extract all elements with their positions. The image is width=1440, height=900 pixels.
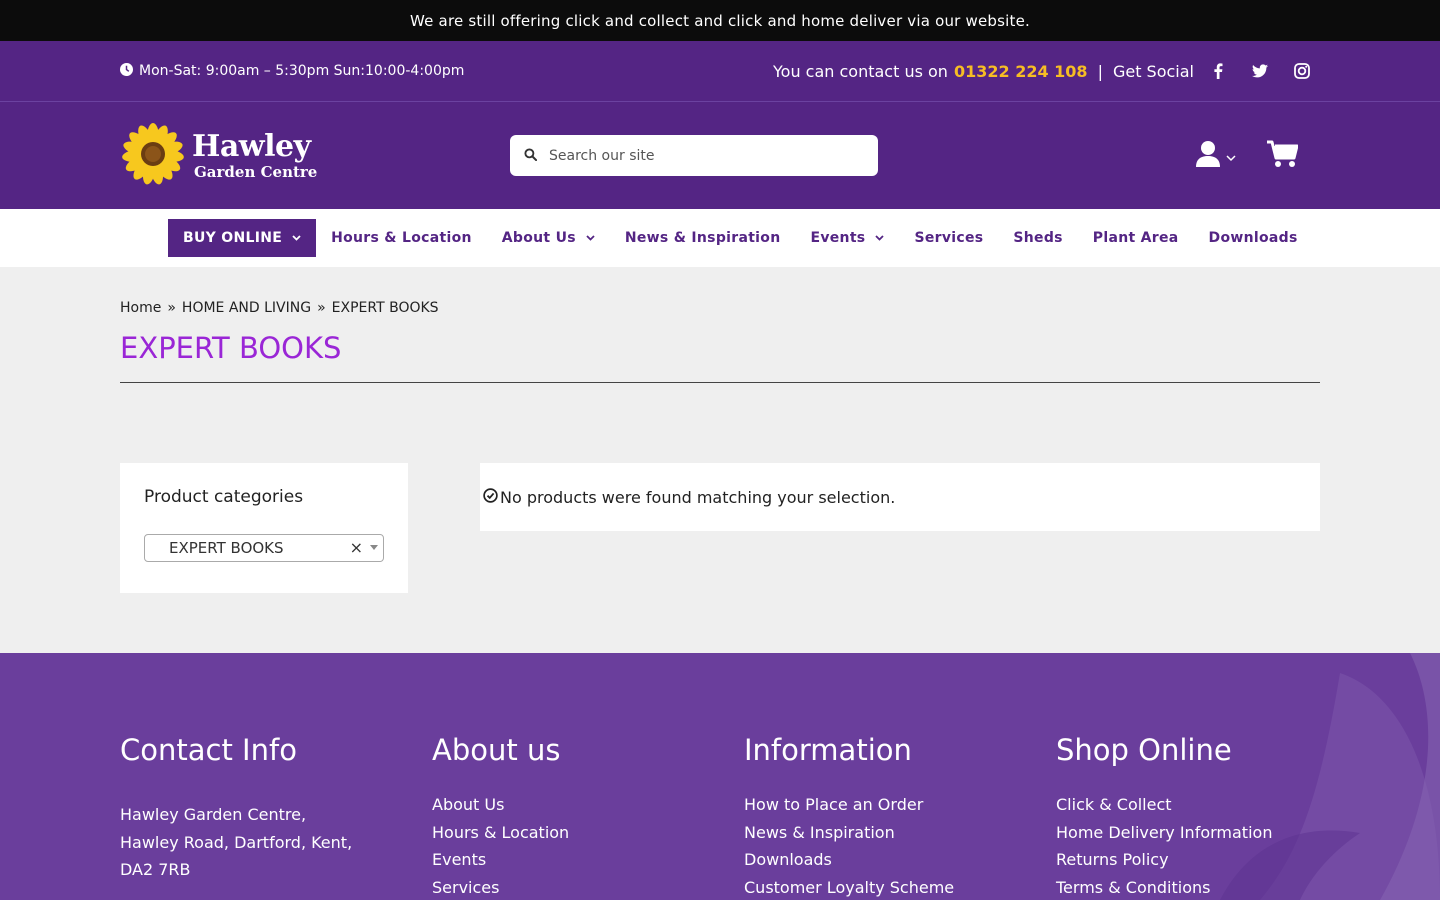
- footer-about-column: About us About Us Hours & Location Event…: [432, 733, 712, 900]
- nav-label: Downloads: [1208, 230, 1298, 246]
- footer-link[interactable]: Returns Policy: [1056, 846, 1336, 874]
- footer-link[interactable]: Customer Loyalty Scheme: [744, 874, 1024, 900]
- separator: |: [1097, 61, 1103, 81]
- nav-label: Plant Area: [1092, 230, 1179, 246]
- social-label: Get Social: [1112, 61, 1194, 81]
- footer-heading: Contact Info: [120, 733, 297, 767]
- page-title: EXPERT BOOKS: [120, 331, 342, 365]
- phone-link[interactable]: 01322 224 108: [954, 62, 1088, 81]
- no-products-notice: No products were found matching your sel…: [480, 463, 1320, 531]
- footer-link[interactable]: About Us: [432, 791, 712, 819]
- footer-link[interactable]: Events: [432, 846, 712, 874]
- address-line: Hawley Road, Dartford, Kent,: [120, 832, 353, 852]
- nav-label: Hours & Location: [331, 230, 472, 246]
- address-line: DA2 7RB: [120, 860, 191, 879]
- contact-text: You can contact us on: [773, 61, 948, 81]
- nav-buy-online[interactable]: BUY ONLINE: [168, 219, 317, 257]
- address-line: Hawley Garden Centre,: [120, 805, 307, 824]
- address: Hawley Garden Centre, Hawley Road, Dartf…: [120, 801, 400, 884]
- chevron-down-icon: [875, 235, 885, 241]
- breadcrumb-separator: »: [317, 300, 326, 316]
- dropdown-arrow-icon[interactable]: [370, 545, 378, 550]
- footer-contact-column: Contact Info Hawley Garden Centre, Hawle…: [120, 733, 400, 884]
- cart-button[interactable]: [1267, 140, 1299, 172]
- nav-events[interactable]: Events: [795, 219, 899, 257]
- chevron-down-icon: [292, 235, 301, 241]
- clock-icon: [120, 62, 133, 80]
- footer-link[interactable]: Services: [432, 874, 712, 900]
- cart-icon: [1267, 140, 1299, 172]
- instagram-icon[interactable]: [1284, 63, 1320, 79]
- site-logo[interactable]: Hawley Garden Centre: [120, 121, 317, 191]
- hours-text: Mon-Sat: 9:00am – 5:30pm Sun:10:00-4:00p…: [139, 63, 465, 79]
- footer-link[interactable]: Terms & Conditions: [1056, 874, 1336, 900]
- check-circle-icon: [483, 487, 498, 507]
- nav-label: News & Inspiration: [624, 230, 781, 246]
- announcement-bar: We are still offering click and collect …: [0, 0, 1440, 41]
- main-nav: BUY ONLINE Hours & Location About Us New…: [0, 209, 1440, 267]
- footer-shop-column: Shop Online Click & Collect Home Deliver…: [1056, 733, 1336, 900]
- sunflower-icon: [120, 121, 186, 191]
- nav-label: Events: [810, 230, 866, 246]
- logo-title: Hawley: [192, 128, 311, 164]
- account-menu[interactable]: [1196, 140, 1236, 172]
- footer-link[interactable]: Home Delivery Information: [1056, 819, 1336, 847]
- breadcrumb-separator: »: [167, 300, 176, 316]
- twitter-icon[interactable]: [1242, 64, 1278, 78]
- search-box: [510, 135, 878, 176]
- category-select-value: EXPERT BOOKS: [169, 539, 284, 557]
- logo-subtitle: Garden Centre: [194, 162, 318, 181]
- site-footer: Contact Info Hawley Garden Centre, Hawle…: [0, 653, 1440, 900]
- footer-link[interactable]: Click & Collect: [1056, 791, 1336, 819]
- chevron-down-icon: [586, 235, 595, 241]
- breadcrumb-home[interactable]: Home: [120, 300, 161, 316]
- search-input[interactable]: [549, 147, 849, 164]
- notice-text: No products were found matching your sel…: [500, 487, 896, 507]
- footer-heading: About us: [432, 733, 561, 767]
- info-bar: Mon-Sat: 9:00am – 5:30pm Sun:10:00-4:00p…: [0, 41, 1440, 102]
- nav-label: About Us: [501, 230, 576, 246]
- breadcrumb-current: EXPERT BOOKS: [331, 300, 439, 316]
- nav-downloads[interactable]: Downloads: [1194, 219, 1313, 257]
- nav-news-inspiration[interactable]: News & Inspiration: [610, 219, 796, 257]
- footer-heading: Information: [744, 733, 912, 767]
- nav-plant-area[interactable]: Plant Area: [1078, 219, 1194, 257]
- clear-icon[interactable]: ×: [350, 538, 363, 557]
- facebook-icon[interactable]: [1200, 63, 1236, 79]
- divider: [120, 382, 1320, 383]
- footer-link[interactable]: How to Place an Order: [744, 791, 1024, 819]
- footer-heading: Shop Online: [1056, 733, 1232, 767]
- chevron-down-icon: [1226, 147, 1236, 166]
- nav-label: Sheds: [1013, 230, 1063, 246]
- widget-title: Product categories: [144, 487, 304, 507]
- footer-link[interactable]: News & Inspiration: [744, 819, 1024, 847]
- user-icon: [1196, 140, 1220, 172]
- nav-label: BUY ONLINE: [183, 230, 283, 246]
- nav-services[interactable]: Services: [899, 219, 998, 257]
- contact-info: You can contact us on 01322 224 108 | Ge…: [773, 62, 1320, 81]
- search-icon[interactable]: [524, 146, 538, 165]
- nav-label: Services: [914, 230, 984, 246]
- footer-information-column: Information How to Place an Order News &…: [744, 733, 1024, 900]
- footer-link[interactable]: Downloads: [744, 846, 1024, 874]
- nav-hours-location[interactable]: Hours & Location: [316, 219, 487, 257]
- announcement-text: We are still offering click and collect …: [410, 11, 1030, 30]
- category-select[interactable]: EXPERT BOOKS ×: [144, 534, 384, 562]
- product-categories-widget: Product categories EXPERT BOOKS ×: [120, 463, 408, 593]
- main-content: Home » HOME AND LIVING » EXPERT BOOKS EX…: [0, 267, 1440, 653]
- breadcrumb-parent[interactable]: HOME AND LIVING: [182, 300, 311, 316]
- nav-sheds[interactable]: Sheds: [998, 219, 1077, 257]
- footer-link[interactable]: Hours & Location: [432, 819, 712, 847]
- site-header: Hawley Garden Centre: [0, 102, 1440, 209]
- nav-about-us[interactable]: About Us: [487, 219, 610, 257]
- breadcrumb: Home » HOME AND LIVING » EXPERT BOOKS: [120, 300, 439, 316]
- opening-hours: Mon-Sat: 9:00am – 5:30pm Sun:10:00-4:00p…: [120, 62, 465, 80]
